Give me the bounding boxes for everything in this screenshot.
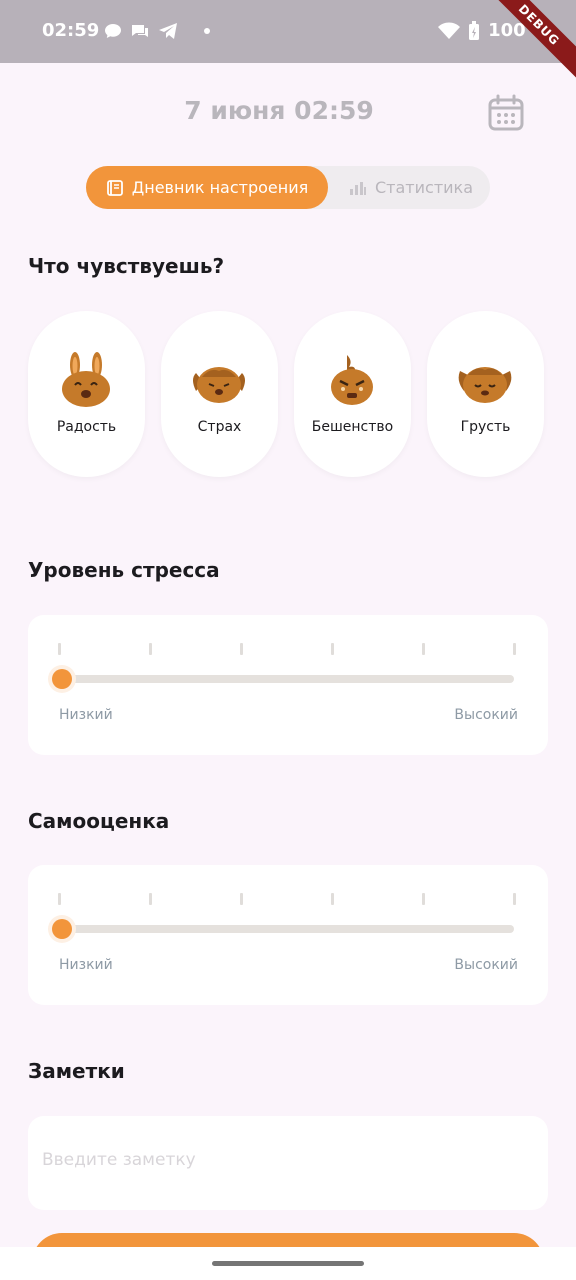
status-time: 02:59 [42, 20, 100, 41]
bunny-joy-icon [62, 352, 110, 407]
debug-banner: DEBUG [478, 0, 576, 86]
stress-slider-card: Низкий Высокий [28, 615, 548, 755]
bunny-sad-icon [458, 367, 512, 403]
stress-slider-ticks [58, 643, 518, 655]
bunny-fear-icon [193, 367, 245, 403]
stress-slider-thumb[interactable] [52, 669, 72, 689]
tab-statistics-label: Статистика [375, 178, 473, 197]
notes-section-title: Заметки [28, 1059, 125, 1083]
mood-option-fear[interactable]: Страх [161, 311, 278, 477]
self-esteem-slider-card: Низкий Высокий [28, 865, 548, 1005]
note-card [28, 1116, 548, 1210]
system-navigation-bar [0, 1247, 576, 1280]
notification-icons [104, 22, 210, 40]
mood-label-fear: Страх [197, 419, 242, 435]
view-tabs: Дневник настроения Статистика [86, 166, 490, 209]
stress-section-title: Уровень стресса [28, 558, 220, 582]
mood-section-title: Что чувствуешь? [28, 254, 225, 278]
mood-option-sad[interactable]: Грусть [427, 311, 544, 477]
messages-icon [132, 25, 148, 37]
tab-statistics[interactable]: Статистика [336, 166, 486, 209]
self-esteem-low-label: Низкий [59, 957, 113, 973]
status-bar: 02:59 100 % DEBUG [0, 0, 576, 86]
self-esteem-slider-track[interactable] [68, 925, 514, 933]
mood-label-sad: Грусть [460, 419, 511, 435]
calendar-icon [488, 94, 524, 131]
bunny-rage-icon [331, 355, 373, 405]
home-gesture-handle[interactable] [212, 1261, 364, 1266]
self-esteem-slider-thumb[interactable] [52, 919, 72, 939]
stress-low-label: Низкий [59, 707, 113, 723]
wifi-icon [438, 22, 461, 39]
self-esteem-high-label: Высокий [454, 957, 518, 973]
mood-label-joy: Радость [56, 419, 117, 435]
mood-option-joy[interactable]: Радость [28, 311, 145, 477]
stress-slider-track[interactable] [68, 675, 514, 683]
self-esteem-slider-ticks [58, 893, 518, 905]
more-notifications-icon [204, 28, 210, 34]
stress-high-label: Высокий [454, 707, 518, 723]
current-date-title: 7 июня 02:59 [184, 96, 374, 125]
self-esteem-section-title: Самооценка [28, 809, 170, 833]
tab-mood-diary[interactable]: Дневник настроения [86, 166, 328, 209]
book-icon [106, 179, 123, 196]
calendar-button[interactable] [486, 93, 526, 133]
battery-icon [469, 20, 480, 40]
mood-label-rage: Бешенство [311, 419, 394, 435]
note-input[interactable] [42, 1150, 532, 1170]
bar-chart-icon [350, 181, 366, 195]
chat-bubble-icon [105, 24, 121, 38]
mood-selector: Радость Страх Бешенство Грусть [28, 311, 544, 477]
mood-option-rage[interactable]: Бешенство [294, 311, 411, 477]
tab-mood-diary-label: Дневник настроения [131, 178, 309, 197]
telegram-icon [159, 23, 177, 39]
